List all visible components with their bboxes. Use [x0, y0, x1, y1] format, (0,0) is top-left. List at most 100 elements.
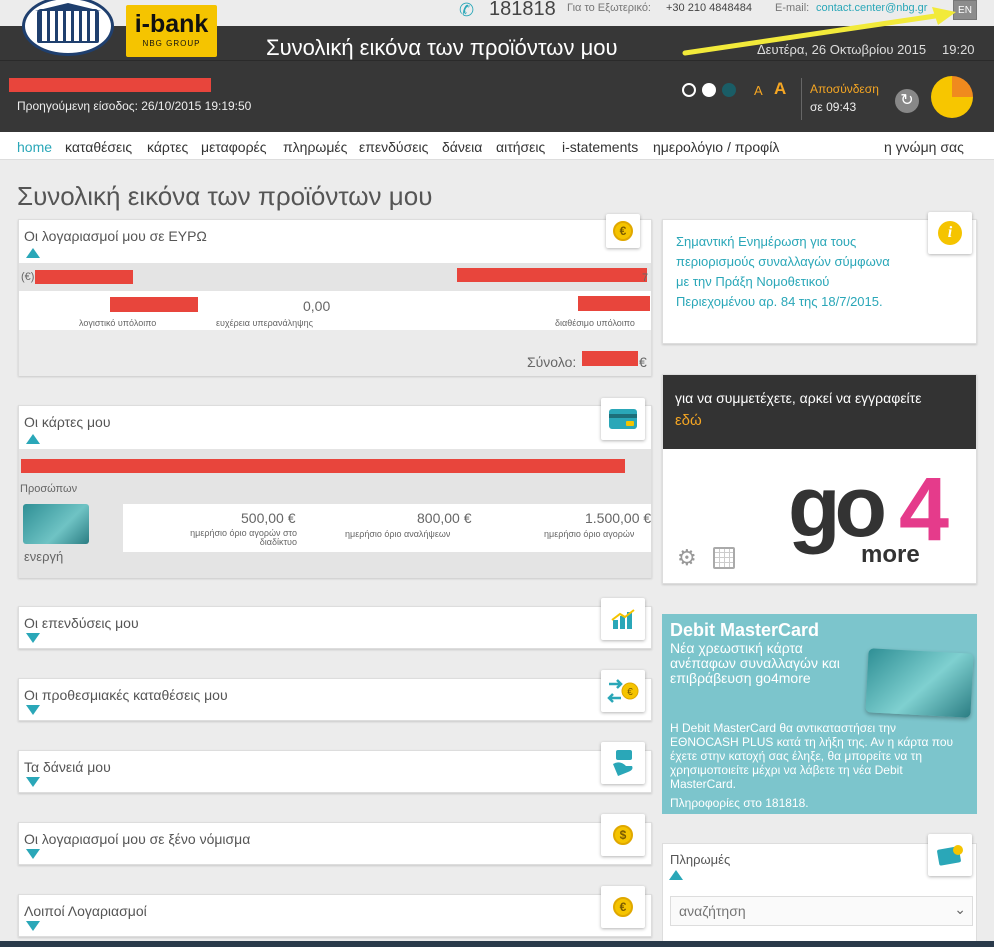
total-row: Σύνολο: € — [19, 330, 651, 376]
nav-feedback[interactable]: η γνώμη σας — [884, 139, 964, 155]
calendar-icon[interactable] — [713, 547, 735, 569]
payments-search[interactable]: ⌄ — [670, 896, 973, 926]
investment-chart-icon — [611, 609, 635, 629]
account-header-row[interactable]: (€) 7 — [19, 263, 651, 291]
ibank-logo[interactable]: i-bank NBG GROUP — [126, 5, 217, 57]
card-status: ενεργή — [24, 549, 64, 564]
go4more-text: για να συμμετέχετε, αρκεί να εγγραφείτε — [675, 390, 922, 406]
limit-withdrawal-value: 800,00 € — [417, 510, 472, 526]
nav-deposits[interactable]: καταθέσεις — [65, 139, 132, 155]
header-date: Δευτέρα, 26 Οκτωβρίου 2015 — [757, 42, 927, 57]
ibank-logo-text: i-bank — [134, 10, 209, 38]
redacted-iban — [457, 268, 647, 282]
limit-purchases-value: 1.500,00 € — [585, 510, 652, 526]
page-title: Συνολική εικόνα των προϊόντων μου — [17, 181, 433, 211]
info-icon-box: i — [928, 212, 972, 254]
nav-istatements[interactable]: i-statements — [562, 139, 638, 155]
settings-gear-icon[interactable]: ⚙ — [677, 545, 697, 571]
go4more-register-link[interactable]: εδώ — [675, 412, 702, 429]
nav-investments[interactable]: επενδύσεις — [359, 139, 428, 155]
card-type: Προσώπων — [20, 483, 78, 495]
overdraft-value: 0,00 — [303, 298, 331, 314]
redacted-ledger-balance — [110, 297, 198, 312]
refresh-session-icon[interactable]: ↻ — [895, 89, 919, 113]
theme-dot-teal[interactable] — [722, 83, 736, 97]
nav-transfers[interactable]: μεταφορές — [201, 139, 267, 155]
accounts-eur-panel: Οι λογαριασμοί μου σε ΕΥΡΩ (€) 7 0,00 λο… — [18, 219, 652, 376]
nav-cards[interactable]: κάρτες — [147, 139, 188, 155]
session-timer-icon — [931, 76, 973, 118]
cards-title[interactable]: Οι κάρτες μου — [24, 414, 111, 430]
bank-building-icon — [37, 9, 99, 43]
mastercard-card-image — [865, 648, 974, 718]
collapse-arrow-icon[interactable] — [26, 248, 40, 258]
chart-icon-box — [601, 598, 645, 640]
expand-arrow-icon[interactable] — [26, 849, 40, 859]
redacted-available-balance — [578, 296, 650, 311]
limit-online-label: ημερήσιο όριο αγορών στο διαδίκτυο — [190, 528, 297, 547]
expand-arrow-icon[interactable] — [26, 777, 40, 787]
theme-dot-white[interactable] — [702, 83, 716, 97]
expand-arrow-icon[interactable] — [26, 705, 40, 715]
cards-panel: Οι κάρτες μου Προσώπων ενεργή 500,00 € η… — [18, 405, 652, 578]
abroad-label: Για το Εξωτερικό: — [567, 2, 651, 14]
other-accounts-panel[interactable]: Λοιποί Λογαριασμοί — [18, 894, 652, 937]
ibank-logo-sub: NBG GROUP — [142, 39, 201, 48]
hand-money-icon — [613, 750, 633, 776]
mc-info: Πληροφορίες στο 181818. — [670, 796, 809, 810]
mc-body: Η Debit MasterCard θα αντικαταστήσει την… — [670, 721, 954, 791]
collapse-arrow-icon[interactable] — [26, 434, 40, 444]
bottom-bar — [0, 941, 994, 947]
logout-link[interactable]: Αποσύνδεση — [810, 82, 879, 96]
accounts-eur-title[interactable]: Οι λογαριασμοί μου σε ΕΥΡΩ — [24, 228, 207, 244]
total-label: Σύνολο: — [527, 354, 577, 370]
exchange-icon-box: € — [601, 670, 645, 712]
other-accounts-title[interactable]: Λοιποί Λογαριασμοί — [24, 903, 147, 919]
payment-card-icon — [937, 845, 963, 866]
nav-loans[interactable]: δάνεια — [442, 139, 482, 155]
font-size-large-button[interactable]: A — [774, 79, 786, 99]
email-label: E-mail: — [775, 2, 810, 14]
nav-applications[interactable]: αιτήσεις — [496, 139, 545, 155]
expand-arrow-icon[interactable] — [26, 633, 40, 643]
euro-coin-icon-box-2: € — [601, 886, 645, 928]
font-size-small-button[interactable]: A — [754, 83, 763, 98]
header-time: 19:20 — [942, 42, 975, 57]
payment-card-icon-box — [928, 834, 972, 876]
exchange-arrows-icon: € — [607, 679, 639, 703]
redacted-username — [9, 78, 211, 92]
expand-arrow-icon[interactable] — [26, 921, 40, 931]
phone-number: 181818 — [489, 0, 556, 20]
collapse-arrow-icon[interactable] — [669, 870, 683, 880]
euro-coin-icon: € — [613, 897, 633, 917]
card-row[interactable]: Προσώπων ενεργή 500,00 € ημερήσιο όριο α… — [19, 449, 651, 578]
email-link[interactable]: contact.center@nbg.gr — [816, 2, 927, 14]
go4more-logo-more: more — [861, 541, 920, 568]
debit-mastercard-banner[interactable]: Debit MasterCard Νέα χρεωστική κάρτα ανέ… — [662, 614, 977, 814]
label-available: διαθέσιμο υπόλοιπο — [555, 318, 635, 328]
loans-panel[interactable]: Τα δάνειά μου — [18, 750, 652, 793]
dollar-coin-icon: $ — [613, 825, 633, 845]
foreign-accounts-panel[interactable]: Οι λογαριασμοί μου σε ξένο νόμισμα — [18, 822, 652, 865]
payments-search-input[interactable] — [671, 897, 931, 925]
language-button[interactable]: EN — [953, 0, 977, 20]
main-nav: home καταθέσεις κάρτες μεταφορές πληρωμέ… — [0, 132, 994, 160]
previous-login: Προηγούμενη είσοδος: 26/10/2015 19:19:50 — [17, 99, 252, 113]
loans-title[interactable]: Τα δάνειά μου — [24, 759, 111, 775]
investments-panel[interactable]: Οι επενδύσεις μου — [18, 606, 652, 649]
nav-payments[interactable]: πληρωμές — [283, 139, 347, 155]
investments-title[interactable]: Οι επενδύσεις μου — [24, 615, 139, 631]
theme-dot-outline[interactable] — [682, 83, 696, 97]
term-deposits-panel[interactable]: Οι προθεσμιακές καταθέσεις μου — [18, 678, 652, 721]
nav-calendar-profile[interactable]: ημερολόγιο / προφίλ — [653, 139, 779, 155]
chevron-down-icon[interactable]: ⌄ — [954, 901, 966, 918]
nav-home[interactable]: home — [17, 139, 52, 155]
term-deposits-title[interactable]: Οι προθεσμιακές καταθέσεις μου — [24, 687, 228, 703]
go4more-banner[interactable]: για να συμμετέχετε, αρκεί να εγγραφείτε … — [662, 374, 977, 584]
limit-purchases-label: ημερήσιο όριο αγορών — [544, 529, 635, 539]
foreign-accounts-title[interactable]: Οι λογαριασμοί μου σε ξένο νόμισμα — [24, 831, 250, 847]
news-link[interactable]: Σημαντική Ενημέρωση για τους περιορισμού… — [676, 232, 906, 312]
account-currency: (€) — [21, 271, 35, 283]
redacted-account-name — [35, 270, 133, 284]
credit-card-icon — [609, 409, 637, 429]
